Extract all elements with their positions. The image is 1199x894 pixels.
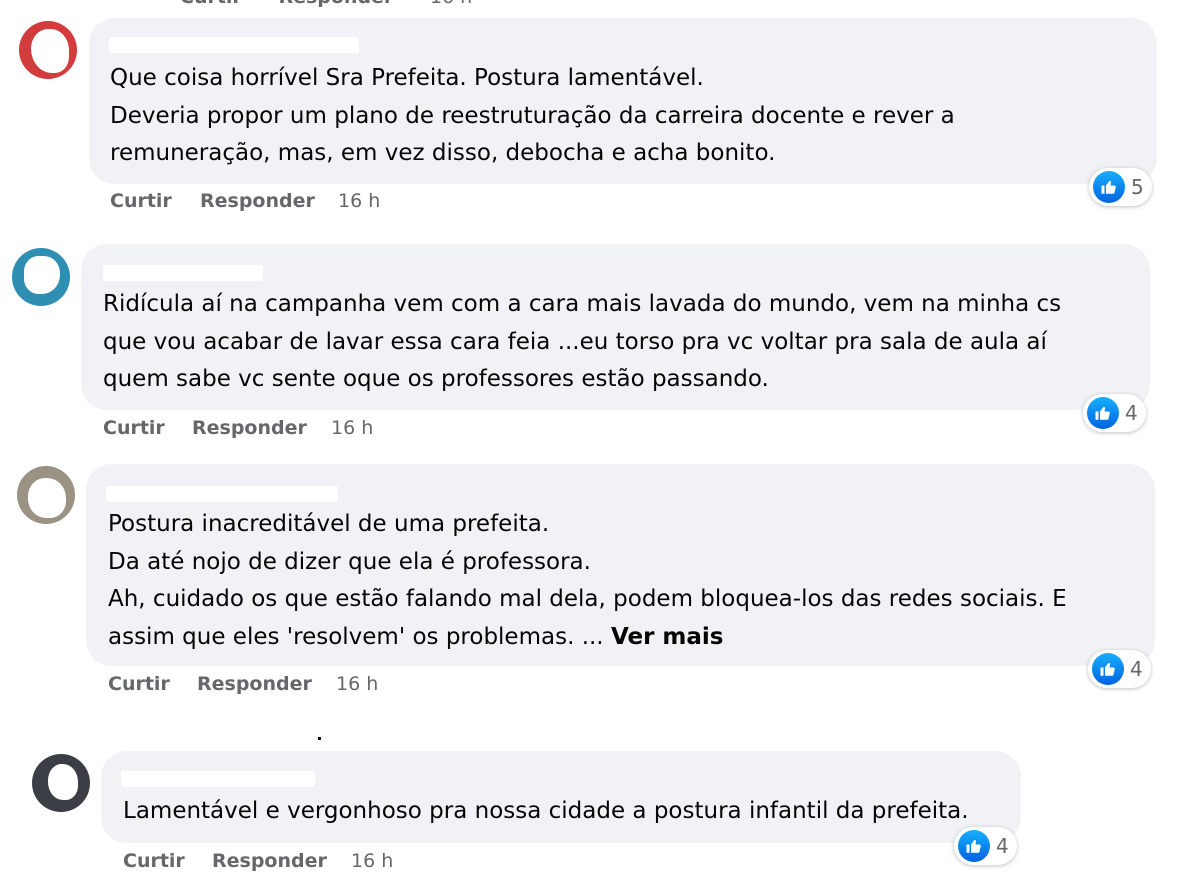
like-link[interactable]: Curtir bbox=[103, 417, 165, 439]
like-link[interactable]: Curtir bbox=[123, 850, 185, 872]
avatar[interactable] bbox=[32, 754, 90, 812]
comment-time: 16 h bbox=[331, 417, 374, 439]
previous-comment-actions: Curtir Responder 16 h bbox=[180, 0, 502, 8]
reply-link[interactable]: Responder bbox=[197, 673, 312, 695]
comment-time: 16 h bbox=[336, 673, 379, 695]
reply-link[interactable]: Responder bbox=[278, 0, 393, 8]
like-link[interactable]: Curtir bbox=[110, 190, 172, 212]
reaction-summary[interactable]: 4 bbox=[1088, 650, 1151, 688]
reaction-summary[interactable]: 4 bbox=[1083, 394, 1146, 432]
reaction-count: 5 bbox=[1131, 175, 1144, 199]
like-link[interactable]: Curtir bbox=[108, 673, 170, 695]
comments-thread: Curtir Responder 16 h Que coisa horrível… bbox=[0, 0, 1199, 894]
like-icon bbox=[958, 830, 990, 862]
like-link[interactable]: Curtir bbox=[180, 0, 242, 8]
avatar[interactable] bbox=[19, 21, 77, 79]
like-icon bbox=[1092, 653, 1124, 685]
like-icon bbox=[1093, 171, 1125, 203]
avatar[interactable] bbox=[12, 248, 70, 306]
comment-text: Postura inacreditável de uma prefeita. D… bbox=[108, 511, 1067, 650]
like-icon bbox=[1087, 397, 1119, 429]
reaction-summary[interactable]: 4 bbox=[954, 827, 1017, 865]
reaction-summary[interactable]: 5 bbox=[1089, 168, 1152, 206]
comment-text: Lamentável e vergonhoso pra nossa cidade… bbox=[123, 798, 969, 824]
reply-link[interactable]: Responder bbox=[212, 850, 327, 872]
comment-text: Que coisa horrível Sra Prefeita. Postura… bbox=[110, 65, 955, 166]
reply-link[interactable]: Responder bbox=[192, 417, 307, 439]
reaction-count: 4 bbox=[1125, 401, 1138, 425]
reaction-count: 4 bbox=[996, 834, 1009, 858]
divider-dot bbox=[318, 737, 321, 740]
see-more-link[interactable]: Ver mais bbox=[611, 624, 724, 650]
reaction-count: 4 bbox=[1130, 657, 1143, 681]
reply-link[interactable]: Responder bbox=[200, 190, 315, 212]
comment-time: 16 h bbox=[351, 850, 394, 872]
comment-time: 16 h bbox=[338, 190, 381, 212]
comment-time: 16 h bbox=[430, 0, 472, 8]
comment-text: Ridícula aí na campanha vem com a cara m… bbox=[103, 291, 1062, 392]
avatar[interactable] bbox=[17, 466, 75, 524]
